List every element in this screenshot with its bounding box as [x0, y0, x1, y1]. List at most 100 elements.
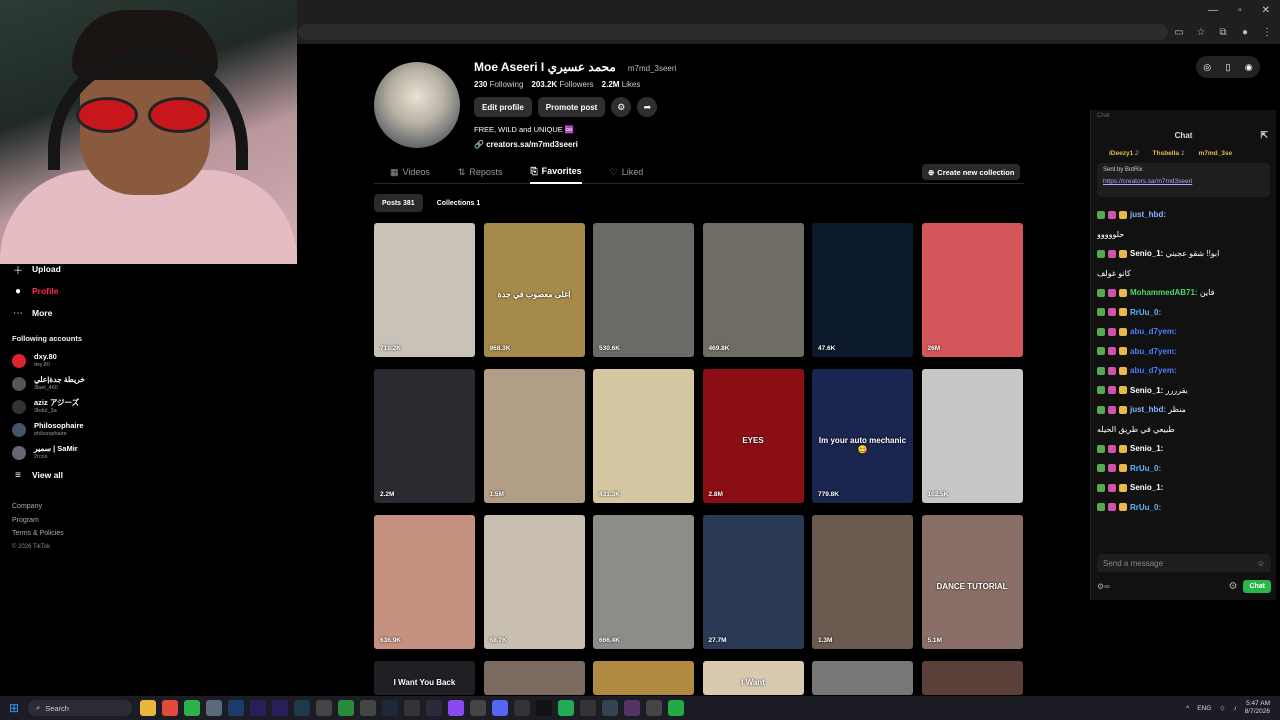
video-thumbnail[interactable]: 469.8K [702, 223, 804, 357]
chat-username[interactable]: Senio_1: [1130, 386, 1163, 395]
following-account[interactable]: aziz アジーズ 3bdul_3a [0, 395, 200, 418]
emoji-icon[interactable]: ☺ [1257, 559, 1265, 568]
video-thumbnail[interactable]: 27.7M [702, 515, 804, 649]
footer-company-link[interactable]: Company [12, 500, 188, 514]
video-thumbnail[interactable] [921, 661, 1023, 695]
app-icon[interactable] [668, 700, 684, 716]
tab-liked[interactable]: ♡ Liked [610, 160, 644, 184]
video-thumbnail[interactable]: 431.3K [593, 369, 694, 503]
pinned-link[interactable]: https://creators.sa/m7md3seeri [1103, 178, 1264, 185]
video-thumbnail[interactable] [593, 661, 694, 695]
video-thumbnail[interactable]: I Want You Back [374, 661, 475, 695]
photoshop-icon[interactable] [228, 700, 244, 716]
extensions-icon[interactable]: ⧉ [1212, 27, 1234, 38]
cast-icon[interactable]: ▭ [1168, 27, 1190, 38]
user-avatar-icon[interactable]: ◉ [1245, 62, 1253, 73]
file-explorer-icon[interactable] [140, 700, 156, 716]
app-icon[interactable] [646, 700, 662, 716]
discord-icon[interactable] [492, 700, 508, 716]
minimize-button[interactable]: — [1208, 5, 1218, 16]
gifter[interactable]: Thsbella 1 [1153, 150, 1185, 157]
premiere-icon[interactable] [250, 700, 266, 716]
app-icon[interactable] [602, 700, 618, 716]
volume-icon[interactable]: ♪ [1233, 705, 1236, 712]
chat-tools-icon[interactable]: ⚙∞ [1097, 582, 1110, 591]
app-icon[interactable] [404, 700, 420, 716]
view-all-link[interactable]: ≡ View all [0, 464, 200, 486]
video-thumbnail[interactable]: 666.4K [593, 515, 694, 649]
following-stat[interactable]: 230 Following [474, 80, 523, 89]
promote-post-button[interactable]: Promote post [537, 97, 606, 117]
sidebar-item-upload[interactable]: ＋ Upload [0, 258, 200, 280]
video-thumbnail[interactable]: 719.2K [374, 223, 475, 357]
profile-link[interactable]: 🔗 creators.sa/m7md3seeri [474, 140, 676, 149]
close-button[interactable]: ✕ [1262, 5, 1270, 16]
video-thumbnail[interactable]: DANCE TUTORIAL 5.1M [921, 515, 1023, 649]
twitch-icon[interactable] [448, 700, 464, 716]
bookmark-star-icon[interactable]: ☆ [1190, 27, 1212, 38]
account-icon[interactable]: ● [1234, 27, 1256, 38]
profile-avatar[interactable] [374, 62, 460, 148]
video-thumbnail[interactable]: Im your auto mechanic 😋 779.8K [812, 369, 913, 503]
footer-program-link[interactable]: Program [12, 514, 188, 528]
video-thumbnail[interactable]: 636.9K [374, 515, 475, 649]
app-icon[interactable] [624, 700, 640, 716]
maximize-button[interactable]: ▫ [1238, 5, 1242, 16]
chat-username[interactable]: MohammedAB71: [1130, 288, 1198, 297]
chat-username[interactable]: RrUu_0: [1130, 308, 1161, 317]
collections-subtab[interactable]: Collections 1 [429, 194, 489, 212]
app-icon[interactable] [316, 700, 332, 716]
windows-start-icon[interactable]: ⊞ [0, 701, 28, 715]
obs-icon[interactable] [426, 700, 442, 716]
chevron-up-icon[interactable]: ^ [1186, 705, 1189, 712]
clock[interactable]: 5:47 AM 8/7/2026 [1245, 700, 1270, 716]
following-account[interactable]: خريطة جدة|علي 3laei_460 [0, 372, 200, 395]
wifi-icon[interactable]: ⌔ [1219, 704, 1225, 713]
address-bar[interactable] [298, 24, 1168, 40]
followers-stat[interactable]: 203.2K Followers [531, 80, 593, 89]
chat-username[interactable]: Senio_1: [1130, 444, 1163, 453]
video-thumbnail[interactable]: I Want [702, 661, 804, 695]
settings-gear-icon[interactable]: ⚙ [611, 97, 632, 117]
chat-username[interactable]: RrUu_0: [1130, 503, 1161, 512]
send-chat-button[interactable]: Chat [1243, 579, 1271, 593]
steam-icon[interactable] [382, 700, 398, 716]
video-thumbnail[interactable]: 47.6K [812, 223, 913, 357]
video-thumbnail[interactable]: EYES 2.8M [702, 369, 804, 503]
video-thumbnail[interactable] [812, 661, 913, 695]
tab-videos[interactable]: ▦ Videos [390, 160, 430, 184]
sidebar-item-profile[interactable]: ● Profile [0, 280, 200, 302]
following-account[interactable]: سمير | SaMir 2rcos [0, 441, 200, 464]
app-icon[interactable] [580, 700, 596, 716]
chat-username[interactable]: abu_d7yem: [1130, 366, 1177, 375]
chat-username[interactable]: RrUu_0: [1130, 464, 1161, 473]
chat-username[interactable]: Senio_1: [1130, 249, 1163, 258]
coin-icon[interactable]: ◎ [1203, 62, 1211, 73]
video-thumbnail[interactable]: اغلى معصوب في جدة 968.3K [483, 223, 585, 357]
whatsapp-icon[interactable] [184, 700, 200, 716]
xbox-icon[interactable] [338, 700, 354, 716]
audition-icon[interactable] [294, 700, 310, 716]
app-icon[interactable] [206, 700, 222, 716]
footer-terms-link[interactable]: Terms & Policies [12, 527, 188, 541]
taskbar-search[interactable]: ⌕ Search [28, 700, 132, 716]
tiktok-icon[interactable] [536, 700, 552, 716]
share-icon[interactable]: ➦ [637, 97, 658, 117]
app-icon[interactable] [470, 700, 486, 716]
popout-icon[interactable]: ⇱ [1260, 130, 1268, 141]
device-icon[interactable]: ▯ [1226, 62, 1231, 73]
app-icon[interactable] [360, 700, 376, 716]
gear-icon[interactable]: ⚙ [1228, 581, 1237, 592]
gifter[interactable]: m7md_3se [1198, 150, 1232, 157]
chrome-icon[interactable] [162, 700, 178, 716]
video-thumbnail[interactable]: 1.5M [483, 369, 585, 503]
gifter[interactable]: iDeezy1 2 [1109, 150, 1139, 157]
chat-username[interactable]: just_hbd: [1130, 405, 1166, 414]
app-icon[interactable] [514, 700, 530, 716]
video-thumbnail[interactable]: 68.7K [483, 515, 585, 649]
video-thumbnail[interactable]: 102.5K [921, 369, 1023, 503]
chat-username[interactable]: abu_d7yem: [1130, 327, 1177, 336]
chat-username[interactable]: just_hbd: [1130, 210, 1166, 219]
chat-input[interactable]: Send a message ☺ [1097, 554, 1271, 572]
edit-profile-button[interactable]: Edit profile [474, 97, 532, 117]
